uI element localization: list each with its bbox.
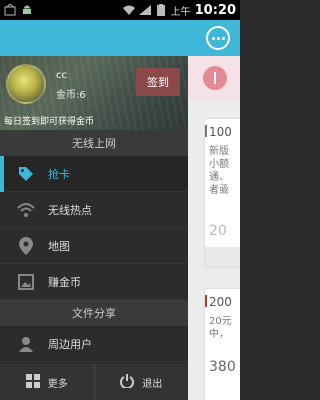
dot-icon xyxy=(221,36,225,40)
coin-balance: 金币:6 xyxy=(56,90,86,101)
card-description: 新版 小额 通、 者亟 xyxy=(209,146,229,196)
checkin-button[interactable]: 签到 xyxy=(136,68,180,96)
image-icon xyxy=(16,272,36,292)
wifi-icon xyxy=(122,4,135,16)
drawer-bottom-bar: 更多 退出 xyxy=(0,364,188,400)
menu-item-map[interactable]: 地图 xyxy=(0,228,188,264)
card-item[interactable]: 200 20元 中， 380 xyxy=(204,288,240,400)
menu-item-hotspot[interactable]: 无线热点 xyxy=(0,192,188,228)
card-description: 20元 中， xyxy=(209,316,232,340)
grid-icon xyxy=(25,373,40,391)
notice-banner[interactable] xyxy=(188,56,240,100)
avatar[interactable] xyxy=(6,64,46,104)
more-label: 更多 xyxy=(47,378,68,390)
card-number: 20 xyxy=(209,223,227,239)
power-icon xyxy=(120,373,135,391)
status-time: 10:20 xyxy=(194,2,236,18)
main-content: 100 新版 小额 通、 者亟 20 200 20元 中， 380 xyxy=(188,56,240,400)
app-bar xyxy=(0,20,240,56)
exit-label: 退出 xyxy=(142,378,163,390)
section-header-wireless: 无线上网 xyxy=(0,130,188,156)
debug-icon xyxy=(4,4,16,16)
menu-item-label: 赚金币 xyxy=(48,275,81,289)
menu-item-nearby-users[interactable]: 周边用户 xyxy=(0,326,188,362)
dot-icon xyxy=(216,36,220,40)
wifi-icon xyxy=(16,200,36,220)
card-marker xyxy=(205,295,207,307)
more-options-button[interactable] xyxy=(206,26,230,50)
battery-icon xyxy=(155,4,167,16)
card-footer xyxy=(205,247,240,267)
status-bar: 上午 10:20 xyxy=(0,0,240,20)
username: cc xyxy=(56,70,67,81)
active-indicator xyxy=(0,156,4,192)
card-item[interactable]: 100 新版 小额 通、 者亟 20 xyxy=(204,118,240,268)
signal-icon xyxy=(138,4,151,16)
tag-icon xyxy=(16,164,36,184)
card-title: 200 xyxy=(209,295,232,309)
nav-drawer: cc 金币:6 签到 每日签到即可获得金币 无线上网 抢卡 无线热点 地图 赚金… xyxy=(0,56,188,400)
dot-icon xyxy=(211,36,215,40)
menu-item-label: 无线热点 xyxy=(48,203,92,217)
checkin-hint: 每日签到即可获得金币 xyxy=(4,117,95,127)
card-title: 100 xyxy=(209,125,232,139)
menu-item-label: 周边用户 xyxy=(48,337,92,351)
menu-item-earn-coins[interactable]: 赚金币 xyxy=(0,264,188,300)
status-ampm: 上午 xyxy=(170,6,191,18)
profile-header: cc 金币:6 签到 每日签到即可获得金币 xyxy=(0,56,188,130)
menu-item-label: 地图 xyxy=(48,239,70,253)
more-button[interactable]: 更多 xyxy=(0,364,94,400)
menu-item-grab-card[interactable]: 抢卡 xyxy=(0,156,188,192)
alert-icon xyxy=(203,66,227,90)
section-header-file-share: 文件分享 xyxy=(0,300,188,326)
exit-button[interactable]: 退出 xyxy=(93,364,189,400)
location-pin-icon xyxy=(16,236,36,256)
card-marker xyxy=(205,125,207,137)
menu-item-label: 抢卡 xyxy=(48,167,70,181)
user-icon xyxy=(16,334,36,354)
android-icon xyxy=(21,4,33,16)
card-number: 380 xyxy=(209,359,236,375)
